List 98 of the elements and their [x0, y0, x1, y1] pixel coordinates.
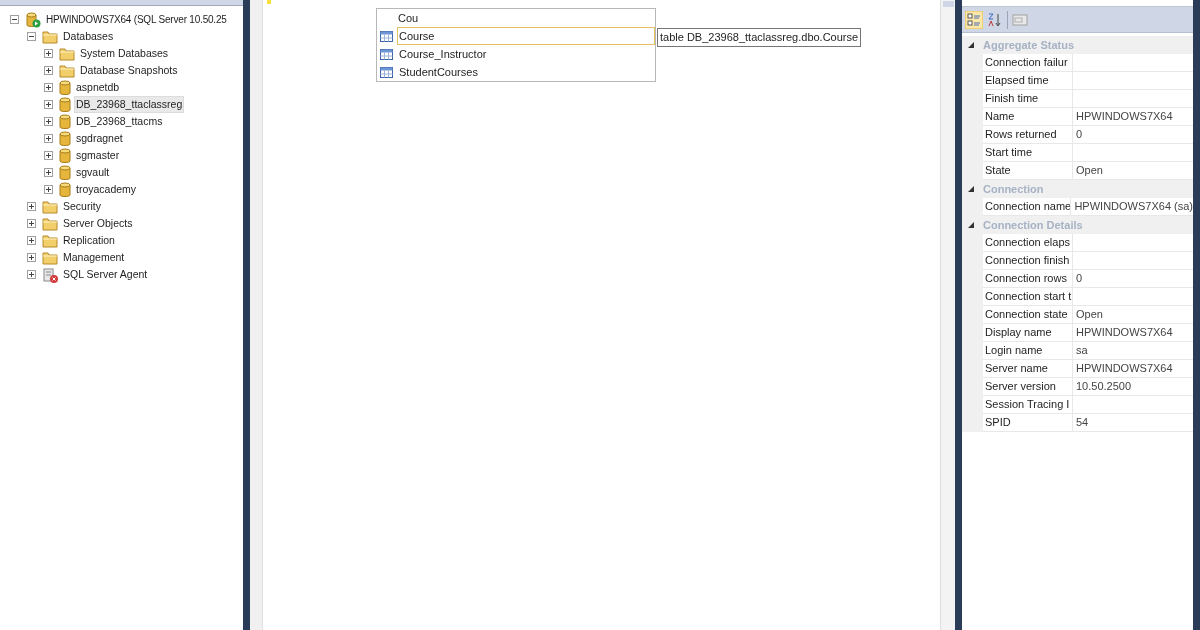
folder-icon — [59, 46, 75, 61]
property-name: Rows returned — [983, 126, 1073, 144]
property-name: Finish time — [983, 90, 1073, 108]
tree-item[interactable]: sgvault — [74, 163, 112, 182]
tree-item[interactable]: Server Objects — [61, 214, 135, 233]
tree-item[interactable]: Replication — [61, 231, 117, 250]
folder-icon — [42, 29, 58, 44]
table-icon — [380, 48, 393, 60]
expand-icon[interactable] — [27, 253, 36, 262]
property-name: SPID — [983, 414, 1073, 432]
tree-item[interactable]: sgdragnet — [74, 129, 125, 148]
property-value[interactable]: 54 — [1073, 414, 1193, 432]
table-icon — [380, 30, 393, 42]
property-name: Server name — [983, 360, 1073, 378]
table-icon — [380, 66, 393, 78]
property-value[interactable]: 0 — [1073, 270, 1193, 288]
tree-item[interactable]: SQL Server Agent — [61, 265, 150, 284]
property-name: Connection finish — [983, 252, 1073, 270]
property-value[interactable]: Open — [1073, 306, 1193, 324]
expand-icon[interactable] — [44, 168, 53, 177]
property-value[interactable]: Open — [1073, 162, 1193, 180]
collapse-icon[interactable] — [27, 32, 36, 41]
property-value[interactable]: 10.50.2500 — [1073, 378, 1193, 396]
scrollbar[interactable] — [940, 0, 955, 630]
property-name: Session Tracing I — [983, 396, 1073, 414]
collapse-triangle-icon[interactable] — [968, 222, 974, 228]
category-header: Connection Details — [983, 217, 1083, 233]
database-icon — [59, 79, 71, 96]
property-name: Name — [983, 108, 1073, 126]
folder-icon — [42, 250, 58, 265]
expand-icon[interactable] — [44, 100, 53, 109]
tree-item[interactable]: aspnetdb — [74, 78, 122, 97]
server-icon — [25, 11, 41, 28]
categorized-icon[interactable] — [965, 10, 983, 29]
completion-item[interactable]: Course_Instructor — [397, 45, 655, 63]
property-name: Login name — [983, 342, 1073, 360]
database-icon — [59, 96, 71, 113]
property-name: Elapsed time — [983, 72, 1073, 90]
tree-item[interactable]: Databases — [61, 27, 116, 46]
tree-item[interactable]: HPWINDOWS7X64 (SQL Server 10.50.25 — [44, 11, 229, 28]
expand-icon[interactable] — [44, 49, 53, 58]
database-icon — [59, 130, 71, 147]
expand-icon[interactable] — [27, 236, 36, 245]
tree-item[interactable]: DB_23968_ttaclassreg — [74, 95, 185, 114]
property-name: Connection state — [983, 306, 1073, 324]
folder-icon — [42, 233, 58, 248]
property-name: Start time — [983, 144, 1073, 162]
completion-item[interactable]: StudentCourses — [397, 63, 655, 81]
split-handle[interactable] — [942, 1, 954, 7]
expand-icon[interactable] — [44, 117, 53, 126]
tree-item[interactable]: sgmaster — [74, 146, 122, 165]
collapse-icon[interactable] — [10, 15, 19, 24]
tree-item[interactable]: Security — [61, 197, 103, 216]
collapse-triangle-icon[interactable] — [968, 186, 974, 192]
expand-icon[interactable] — [44, 66, 53, 75]
database-icon — [59, 181, 71, 198]
completion-filter: Cou — [397, 10, 420, 26]
tooltip: table DB_23968_ttaclassreg.dbo.Course — [657, 28, 862, 47]
category-header: Aggregate Status — [983, 37, 1075, 53]
expand-icon[interactable] — [44, 134, 53, 143]
property-name: Connection elaps — [983, 234, 1073, 252]
completion-item[interactable]: Course — [397, 27, 655, 45]
property-name: Connection start t — [983, 288, 1073, 306]
property-value[interactable]: sa — [1073, 342, 1193, 360]
property-value[interactable]: HPWINDOWS7X64 (sa) — [1071, 198, 1193, 216]
tree-item[interactable]: DB_23968_ttacms — [74, 112, 165, 131]
sort-az-icon[interactable] — [987, 11, 1003, 28]
tree-item[interactable]: System Databases — [78, 44, 171, 63]
folder-icon — [42, 199, 58, 214]
property-value[interactable]: HPWINDOWS7X64 — [1073, 324, 1193, 342]
tree-item[interactable]: Database Snapshots — [78, 61, 180, 80]
database-icon — [59, 147, 71, 164]
property-name: Connection rows — [983, 270, 1073, 288]
database-icon — [59, 164, 71, 181]
expand-icon[interactable] — [44, 185, 53, 194]
editor-pane[interactable]: Cou Course Course_Instructor StudentCourses table DB_23968_ttaclassreg.dbo.Course — [250, 0, 940, 630]
expand-icon[interactable] — [27, 219, 36, 228]
folder-icon — [42, 216, 58, 231]
agent-icon — [42, 266, 58, 283]
property-value[interactable]: 0 — [1073, 126, 1193, 144]
folder-icon — [59, 63, 75, 78]
tree-item[interactable]: troyacademy — [74, 180, 139, 199]
expand-icon[interactable] — [44, 151, 53, 160]
property-name: Connection name — [983, 198, 1072, 216]
property-name: State — [983, 162, 1073, 180]
property-value[interactable]: HPWINDOWS7X64 — [1073, 360, 1193, 378]
property-name: Connection failur — [983, 54, 1073, 72]
tree-item[interactable]: Management — [61, 248, 127, 267]
property-value[interactable]: HPWINDOWS7X64 — [1073, 108, 1193, 126]
expand-icon[interactable] — [27, 270, 36, 279]
category-header: Connection — [983, 181, 1044, 197]
property-name: Display name — [983, 324, 1073, 342]
property-name: Server version — [983, 378, 1073, 396]
change-marker — [267, 0, 271, 4]
collapse-triangle-icon[interactable] — [968, 42, 974, 48]
expand-icon[interactable] — [44, 83, 53, 92]
database-icon — [59, 113, 71, 130]
expand-icon[interactable] — [27, 202, 36, 211]
